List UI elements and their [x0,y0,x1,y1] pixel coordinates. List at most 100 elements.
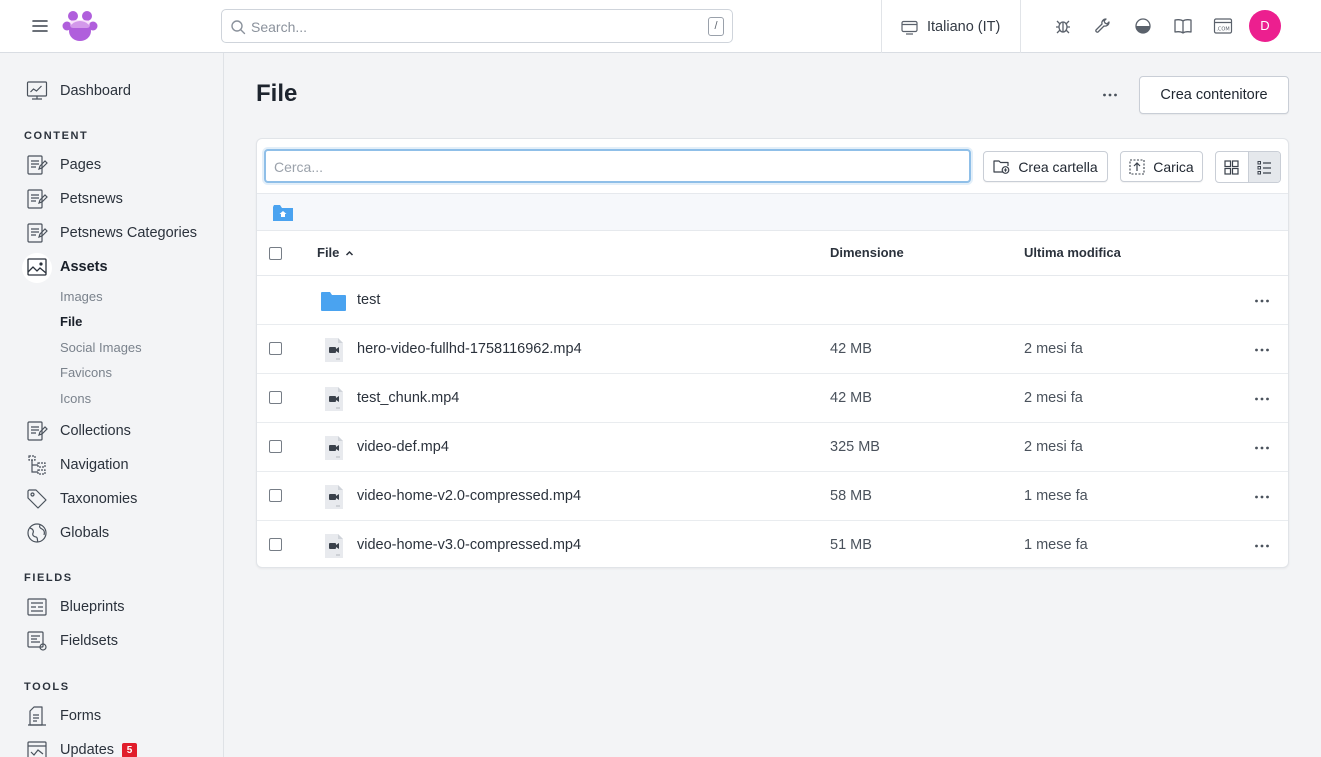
sidebar-item-fieldsets[interactable]: Fieldsets [26,629,118,653]
book-icon[interactable] [1173,16,1193,36]
website-icon[interactable]: .COM [1213,16,1233,36]
home-folder-icon[interactable] [272,203,294,223]
sidebar-item-dashboard[interactable]: Dashboard [26,79,131,103]
file-size: 58 MB [830,488,872,504]
sidebar-subitem-social-images[interactable]: Social Images [60,340,142,355]
file-name[interactable]: video-home-v3.0-compressed.mp4 [357,537,581,553]
user-avatar[interactable]: D [1249,10,1281,42]
bug-icon[interactable] [1053,16,1073,36]
sidebar-item-taxonomies[interactable]: Taxonomies [26,487,137,511]
hamburger-menu-icon[interactable] [31,17,49,35]
table-row[interactable]: hero-video-fullhd-1758116962.mp4 42 MB 2… [257,325,1288,374]
sidebar-subitem-images[interactable]: Images [60,289,103,304]
row-checkbox[interactable] [269,538,282,551]
sidebar-item-label: Assets [60,259,108,275]
language-label: Italiano (IT) [927,19,1001,35]
dashboard-icon [26,81,48,100]
grid-view-button[interactable] [1216,152,1248,182]
row-actions-icon[interactable] [1253,439,1271,457]
list-icon [1257,160,1271,174]
file-modified: 1 mese fa [1024,537,1088,553]
breadcrumb [257,193,1288,231]
sidebar-item-label: Pages [60,157,102,173]
column-header-file[interactable]: File [317,245,354,260]
column-header-modified[interactable]: Ultima modifica [1024,245,1121,260]
divider [1020,0,1021,53]
file-size: 325 MB [830,439,880,455]
updates-count-badge: 5 [122,742,138,757]
table-row[interactable]: video-home-v3.0-compressed.mp4 51 MB 1 m… [257,521,1288,567]
file-size: 51 MB [830,537,872,553]
row-actions-icon[interactable] [1253,292,1271,310]
pages-icon [27,189,48,209]
sidebar-item-label: Forms [60,708,102,724]
file-modified: 2 mesi fa [1024,341,1083,357]
table-row[interactable]: video-def.mp4 325 MB 2 mesi fa [257,423,1288,472]
sidebar-item-globals[interactable]: Globals [26,521,109,545]
wrench-icon[interactable] [1093,16,1113,36]
sidebar-item-pages[interactable]: Pages [26,153,101,177]
sidebar-item-blueprints[interactable]: Blueprints [26,595,124,619]
file-modified: 1 mese fa [1024,488,1088,504]
table-row[interactable]: video-home-v2.0-compressed.mp4 58 MB 1 m… [257,472,1288,521]
grid-icon [1224,159,1240,175]
row-actions-icon[interactable] [1253,390,1271,408]
file-name[interactable]: video-home-v2.0-compressed.mp4 [357,488,581,504]
file-name[interactable]: test_chunk.mp4 [357,390,459,406]
sort-ascending-icon [346,250,354,256]
file-modified: 2 mesi fa [1024,390,1083,406]
sidebar-item-assets[interactable]: Assets [26,255,108,279]
assets-icon [27,258,47,276]
sidebar-item-petsnews[interactable]: Petsnews [26,187,123,211]
create-folder-button[interactable]: Crea cartella [983,151,1108,182]
row-checkbox[interactable] [269,342,282,355]
global-search-input[interactable]: Search... / [221,9,733,43]
table-row[interactable]: test_chunk.mp4 42 MB 2 mesi fa [257,374,1288,423]
video-file-icon [325,485,343,509]
column-header-size[interactable]: Dimensione [830,245,904,260]
search-shortcut-key: / [708,17,724,36]
list-view-button[interactable] [1247,152,1280,182]
asset-filter-input[interactable]: Cerca... [264,149,971,183]
row-checkbox[interactable] [269,391,282,404]
select-all-checkbox[interactable] [269,247,282,260]
collections-icon [27,421,48,441]
create-container-button[interactable]: Crea contenitore [1139,76,1289,114]
row-actions-icon[interactable] [1253,488,1271,506]
sidebar-subitem-favicons[interactable]: Favicons [60,365,112,380]
theme-toggle-icon[interactable] [1133,16,1153,36]
asset-browser: Cerca... Crea cartella Carica File Dimen… [256,138,1289,568]
sidebar-item-collections[interactable]: Collections [26,419,131,443]
pages-icon [27,155,48,175]
row-checkbox[interactable] [269,489,282,502]
logo-icon[interactable] [62,8,98,44]
sidebar-subitem-icons[interactable]: Icons [60,391,91,406]
form-icon [28,706,46,726]
sidebar-item-petsnews-categories[interactable]: Petsnews Categories [26,221,197,245]
sidebar-item-label: Blueprints [60,599,125,615]
row-checkbox[interactable] [269,440,282,453]
file-name[interactable]: test [357,292,380,308]
upload-button[interactable]: Carica [1120,151,1203,182]
globe-icon [27,523,47,543]
more-options-icon[interactable] [1101,86,1119,104]
blueprint-icon [27,598,47,616]
video-file-icon [325,436,343,460]
upload-icon [1129,158,1145,175]
sidebar-item-updates[interactable]: Updates 5 [26,738,138,757]
file-name[interactable]: hero-video-fullhd-1758116962.mp4 [357,341,582,357]
sidebar-item-forms[interactable]: Forms [26,704,101,728]
row-actions-icon[interactable] [1253,341,1271,359]
language-selector[interactable]: Italiano (IT) [901,17,1000,37]
file-size: 42 MB [830,390,872,406]
file-size: 42 MB [830,341,872,357]
sidebar-item-navigation[interactable]: Navigation [26,453,129,477]
file-name[interactable]: video-def.mp4 [357,439,449,455]
section-heading-tools: TOOLS [24,681,70,693]
video-file-icon [325,387,343,411]
file-modified: 2 mesi fa [1024,439,1083,455]
sidebar-subitem-file[interactable]: File [60,314,82,329]
table-row[interactable]: test [257,276,1288,325]
page-title: File [256,80,298,107]
row-actions-icon[interactable] [1253,537,1271,555]
